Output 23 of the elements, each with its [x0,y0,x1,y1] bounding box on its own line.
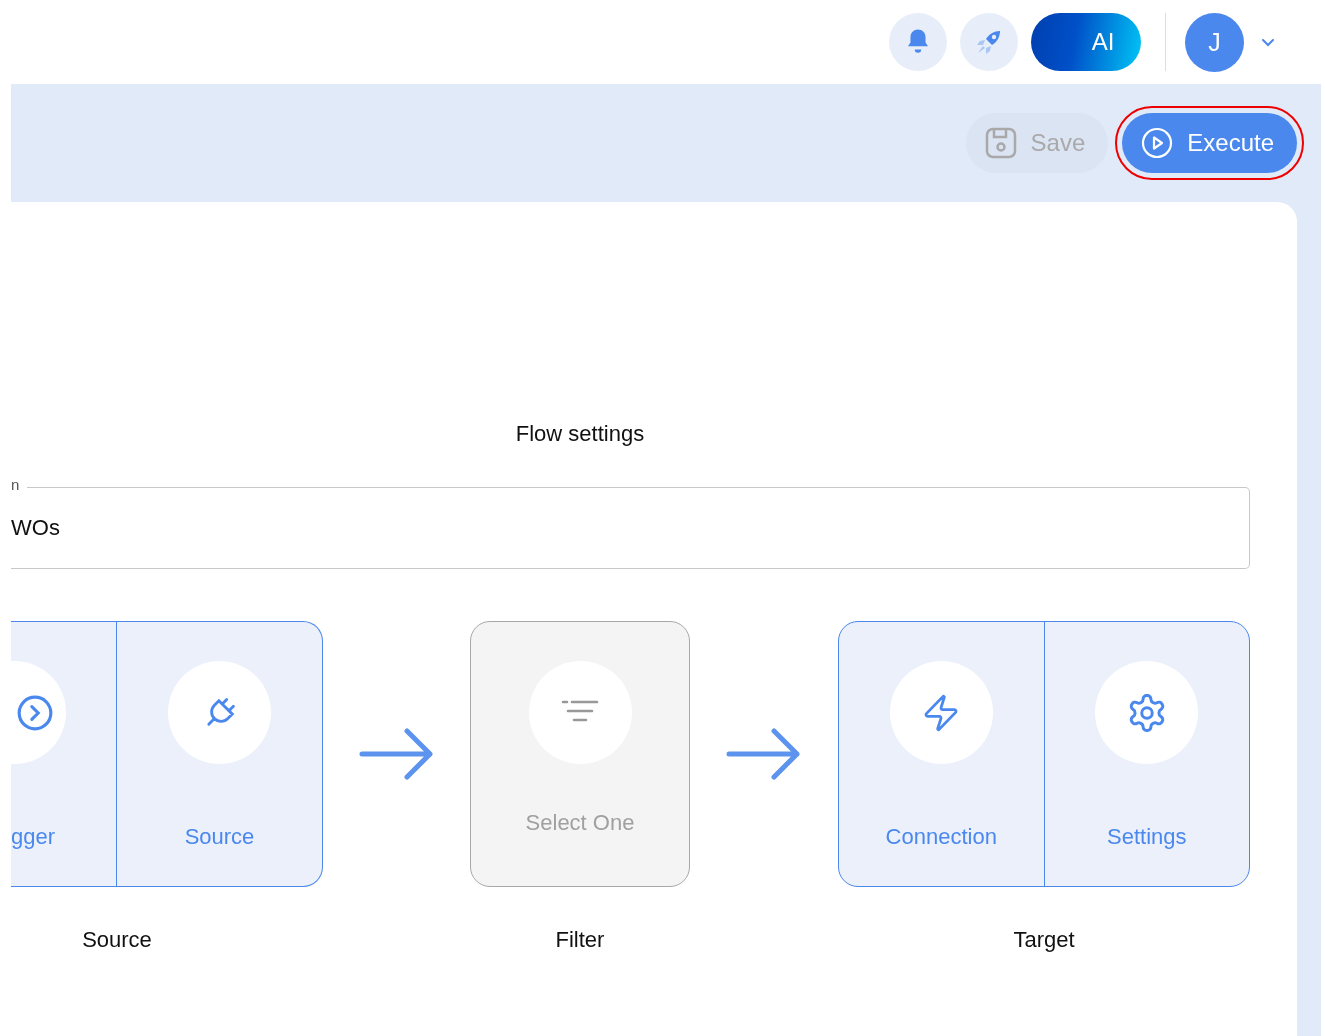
ai-button[interactable]: AI [1031,13,1141,71]
step-tile[interactable]: gger [11,622,116,886]
stage-label: Filter [555,927,605,953]
step-label: Source [184,824,255,850]
chevron-circle-icon [16,693,54,732]
step-tile[interactable]: Source [116,622,322,886]
right-arrow-icon [358,726,435,782]
step-tile[interactable]: Connection [839,622,1044,886]
field-value: WOs [11,515,60,541]
flow-name-field[interactable]: n WOs [11,475,1250,569]
step-label: Connection [885,824,997,850]
stage-label: Target [1013,927,1075,953]
step-tile[interactable]: Select One [471,622,689,886]
step-label: gger [11,824,56,850]
stage-label: Source [82,927,152,953]
step-label: Select One [525,810,635,836]
right-arrow-icon [726,726,802,782]
user-avatar[interactable]: J [1185,12,1244,72]
chevron-down-icon[interactable] [1261,37,1275,47]
section-title: Flow settings [514,420,646,447]
step-tile[interactable]: Settings [1043,622,1249,886]
play-circle-icon [1141,127,1174,159]
step-label: Settings [1107,824,1187,850]
